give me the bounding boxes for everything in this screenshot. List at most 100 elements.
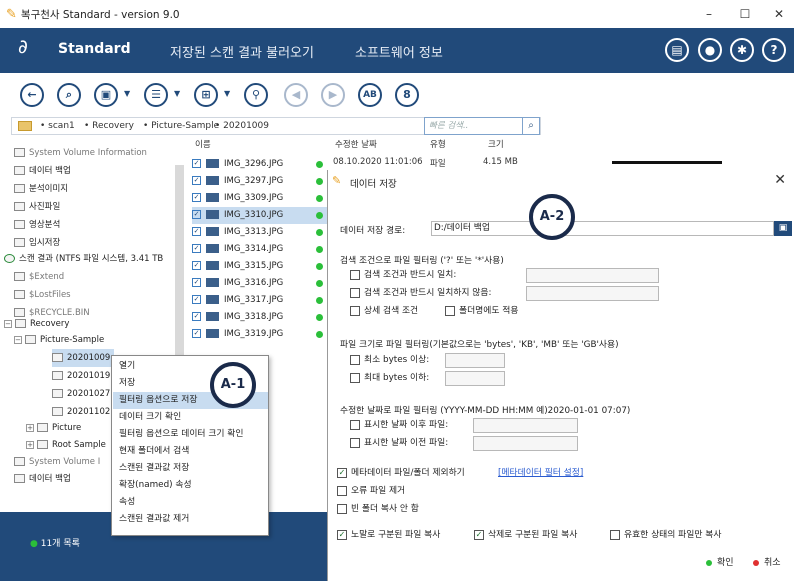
file-checkbox[interactable]: ✓ xyxy=(192,312,201,321)
checkbox[interactable] xyxy=(350,305,360,316)
tree-item-selected[interactable]: 20201009 xyxy=(52,349,115,367)
tree-item[interactable]: 사진파일 xyxy=(14,198,60,216)
option-folder[interactable]: 폴더명에도 적용 xyxy=(445,304,518,319)
col-header-type[interactable]: 유형 xyxy=(430,138,446,150)
menu-item-properties[interactable]: 속성 xyxy=(113,494,268,511)
save-icon[interactable]: ▣ xyxy=(94,83,118,107)
menu-item-named-attr[interactable]: 확장(named) 속성 xyxy=(113,477,268,494)
option-detail[interactable]: 상세 검색 조건 xyxy=(350,304,418,319)
expand-icon[interactable]: + xyxy=(26,440,34,449)
gear-icon[interactable]: ✱ xyxy=(730,38,754,62)
meta-filter-settings-link[interactable]: [메타데이터 필터 설정] xyxy=(498,466,583,481)
file-row[interactable]: ✓ IMG_3316.JPG xyxy=(192,275,327,292)
file-checkbox[interactable]: ✓ xyxy=(192,244,201,253)
option-empty-folder[interactable]: 빈 폴더 복사 안 함 xyxy=(337,502,419,517)
file-checkbox[interactable]: ✓ xyxy=(192,329,201,338)
ab-compare-icon[interactable]: AB xyxy=(358,83,382,107)
search-icon[interactable]: ⌕ xyxy=(522,118,539,134)
tree-item[interactable]: + Picture xyxy=(26,419,81,437)
option-error-exclude[interactable]: 오류 파일 제거 xyxy=(337,484,405,499)
checkbox[interactable] xyxy=(350,287,360,298)
file-checkbox[interactable]: ✓ xyxy=(192,278,201,287)
file-checkbox[interactable]: ✓ xyxy=(192,210,201,219)
list-dropdown-icon[interactable]: ▼ xyxy=(174,89,180,98)
save-path-input[interactable]: D:/데이터 백업 xyxy=(431,221,774,236)
binoculars-icon[interactable]: ⚲ xyxy=(244,83,268,107)
col-header-size[interactable]: 크기 xyxy=(488,138,504,150)
file-row[interactable]: ✓ IMG_3297.JPG xyxy=(192,173,327,190)
option-copy-deleted[interactable]: ✓ 삭제로 구분된 파일 복사 xyxy=(474,528,577,543)
tree-item[interactable]: + Root Sample xyxy=(26,436,106,454)
next-icon[interactable]: ▶ xyxy=(321,83,345,107)
file-row[interactable]: ✓ IMG_3309.JPG xyxy=(192,190,327,207)
lifebuoy-icon[interactable]: 8 xyxy=(395,83,419,107)
file-checkbox[interactable]: ✓ xyxy=(192,295,201,304)
file-checkbox[interactable]: ✓ xyxy=(192,159,201,168)
file-row[interactable]: ✓ IMG_3319.JPG xyxy=(192,326,327,343)
card-icon[interactable]: ▤ xyxy=(665,38,689,62)
breadcrumb-item[interactable]: • Picture-Sample xyxy=(143,118,219,134)
checkbox[interactable] xyxy=(350,372,360,383)
min-size-input[interactable] xyxy=(445,353,505,368)
close-window-button[interactable]: ✕ xyxy=(760,0,794,28)
tree-item[interactable]: $LostFiles xyxy=(14,286,71,304)
option-copy-normal[interactable]: ✓ 노말로 구분된 파일 복사 xyxy=(337,528,440,543)
checkbox-checked[interactable]: ✓ xyxy=(337,467,347,478)
tree-item[interactable]: 분석이미지 xyxy=(14,180,68,198)
file-row[interactable]: ✓ IMG_3315.JPG xyxy=(192,258,327,275)
browse-save-button[interactable]: ▣ xyxy=(774,221,792,236)
collapse-icon[interactable]: − xyxy=(4,319,12,328)
tree-item[interactable]: 20201019 xyxy=(52,367,110,385)
checkbox[interactable] xyxy=(350,437,360,448)
checkbox[interactable] xyxy=(350,354,360,365)
match-input[interactable] xyxy=(526,268,659,283)
option-min-size[interactable]: 최소 bytes 이상: xyxy=(350,353,429,368)
checkbox[interactable] xyxy=(610,529,620,540)
tree-item-scan-result[interactable]: 스캔 결과 (NTFS 파일 시스템, 3.41 TB xyxy=(4,250,163,268)
menu-item-check-size-filter[interactable]: 필터링 옵션으로 데이터 크기 확인 xyxy=(113,426,268,443)
tree-item[interactable]: 영상분석 xyxy=(14,216,60,234)
checkbox-checked[interactable]: ✓ xyxy=(337,529,347,540)
file-row[interactable]: ✓ IMG_3318.JPG xyxy=(192,309,327,326)
file-checkbox[interactable]: ✓ xyxy=(192,261,201,270)
option-match[interactable]: 검색 조건과 반드시 일치: xyxy=(350,268,456,283)
breadcrumb-item[interactable]: • 20201009 xyxy=(215,118,269,134)
checkbox[interactable] xyxy=(350,419,360,430)
option-max-size[interactable]: 최대 bytes 이하: xyxy=(350,371,429,386)
file-row[interactable]: ✓ IMG_3296.JPG xyxy=(192,156,327,173)
tree-item[interactable]: System Volume Information xyxy=(14,144,147,162)
grid-view-icon[interactable]: ⊞ xyxy=(194,83,218,107)
ok-button[interactable]: 확인 xyxy=(706,555,734,568)
file-row-selected[interactable]: ✓ IMG_3310.JPG xyxy=(192,207,327,224)
checkbox[interactable] xyxy=(337,503,347,514)
menu-item-remove-scan[interactable]: 스캔된 결과값 제거 xyxy=(113,511,268,528)
option-nomatch[interactable]: 검색 조건과 반드시 일치하지 않음: xyxy=(350,286,491,301)
max-size-input[interactable] xyxy=(445,371,505,386)
option-before-date[interactable]: 표시한 날짜 이전 파일: xyxy=(350,436,448,451)
checkbox[interactable] xyxy=(337,485,347,496)
collapse-icon[interactable]: − xyxy=(14,335,22,344)
expand-icon[interactable]: + xyxy=(26,423,34,432)
user-icon[interactable]: ● xyxy=(698,38,722,62)
option-after-date[interactable]: 표시한 날짜 이후 파일: xyxy=(350,418,448,433)
file-checkbox[interactable]: ✓ xyxy=(192,193,201,202)
nomatch-input[interactable] xyxy=(526,286,659,301)
checkbox[interactable] xyxy=(350,269,360,280)
prev-icon[interactable]: ◀ xyxy=(284,83,308,107)
tree-item[interactable]: $Extend xyxy=(14,268,64,286)
back-icon[interactable]: ← xyxy=(20,83,44,107)
option-meta-exclude[interactable]: ✓ 메타데이터 파일/폴더 제외하기 xyxy=(337,466,465,481)
minimize-button[interactable]: – xyxy=(690,0,728,28)
tree-item[interactable]: 데이터 백업 xyxy=(14,470,71,488)
col-header-name[interactable]: 이름 xyxy=(195,138,211,150)
save-dropdown-icon[interactable]: ▼ xyxy=(124,89,130,98)
tree-item[interactable]: − Picture-Sample xyxy=(14,331,104,349)
file-checkbox[interactable]: ✓ xyxy=(192,227,201,236)
search-icon[interactable]: ⌕ xyxy=(57,83,81,107)
help-icon[interactable]: ? xyxy=(762,38,786,62)
breadcrumb-item[interactable]: • Recovery xyxy=(84,118,134,134)
nav-load-scan[interactable]: 저장된 스캔 결과 불러오기 xyxy=(170,42,314,61)
file-row[interactable]: ✓ IMG_3317.JPG xyxy=(192,292,327,309)
cancel-button[interactable]: 취소 xyxy=(753,555,781,568)
col-header-modified[interactable]: 수정한 날짜 xyxy=(335,138,377,150)
